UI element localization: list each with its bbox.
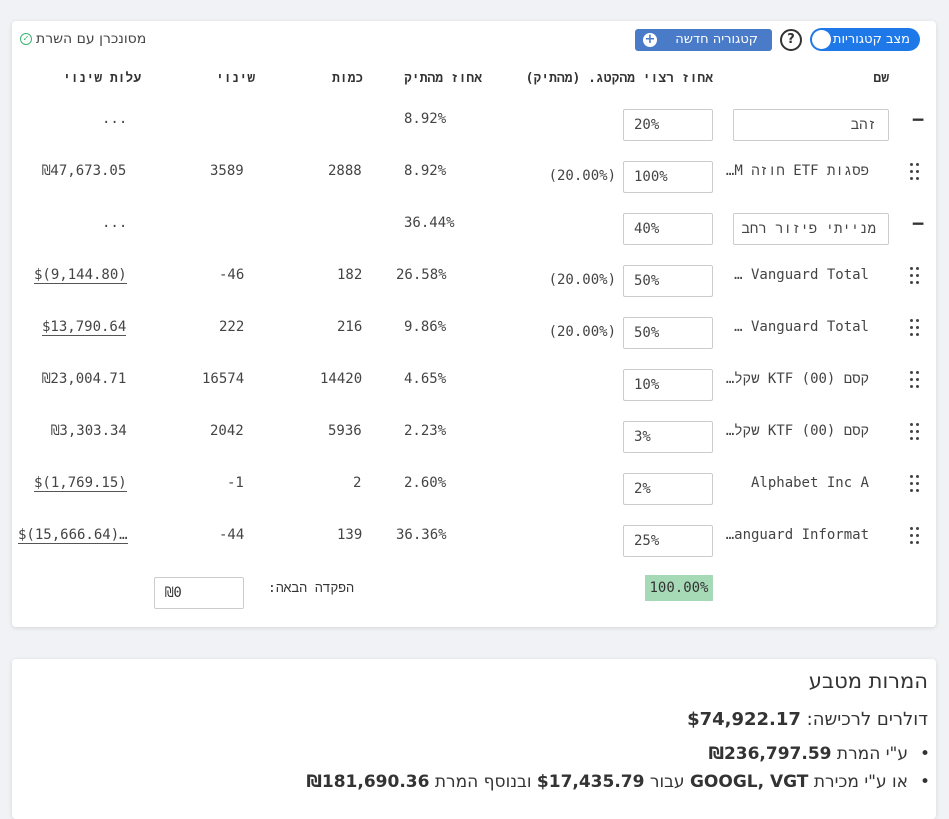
option2-value: ₪181,690.36 — [306, 772, 430, 792]
change: -46 — [219, 267, 245, 283]
sub-pct: (20.00%) — [548, 324, 616, 340]
quantity: 182 — [337, 267, 363, 283]
next-deposit-label: הפקדה הבאה: — [268, 581, 354, 596]
dollars-label: דולרים לרכישה: — [806, 709, 928, 730]
option1-value: ₪236,797.59 — [708, 744, 832, 764]
quantity: 216 — [337, 319, 363, 335]
collapse-icon[interactable]: − — [912, 211, 924, 235]
drag-handle-icon[interactable] — [910, 423, 920, 441]
holding-name: פסגות ETF חוזה M… — [725, 163, 869, 179]
change-cost: ₪23,004.71 — [42, 371, 127, 387]
drag-handle-icon[interactable] — [910, 475, 920, 493]
desired-pct-input[interactable]: 50% — [623, 265, 713, 297]
help-icon[interactable]: ? — [780, 29, 802, 51]
drag-handle-icon[interactable] — [910, 527, 920, 545]
new-category-button[interactable]: קטגוריה חדשה + — [635, 29, 772, 51]
holding-name: Vanguard Informat… — [719, 527, 869, 543]
plus-icon: + — [643, 32, 657, 47]
portfolio-pct: 8.92% — [404, 163, 447, 179]
desired-pct-input[interactable]: 20% — [623, 109, 713, 141]
change-cost-link[interactable]: $(1,769.15) — [34, 475, 127, 492]
column-header-portfolio-pct: אחוז מהתיק — [404, 71, 483, 86]
total-pct-badge: 100.00% — [645, 575, 713, 601]
quantity: 14420 — [320, 371, 363, 387]
category-name-input[interactable]: זהב — [733, 109, 889, 141]
holding-name: קסם KTF (00) שקלי… — [719, 423, 869, 439]
change: -1 — [227, 475, 244, 491]
column-header-desired: אחוז רצוי מהקטג. (מהתיק) — [525, 71, 713, 86]
next-deposit-input[interactable]: ₪0 — [154, 577, 244, 609]
column-header-quantity: כמות — [332, 71, 364, 86]
currency-conversions-card: המרות מטבע דולרים לרכישה: $74,922.17 ע"י… — [12, 659, 936, 819]
option2-prefix: או ע"י מכירת — [813, 772, 908, 792]
new-category-label: קטגוריה חדשה — [675, 32, 758, 47]
option2-mid2: ובנוסף המרת — [434, 772, 532, 792]
sync-status: מסונכרן עם השרת ✓ — [20, 31, 146, 47]
option2-amount: $17,435.79 — [536, 772, 645, 792]
quantity: 2888 — [328, 163, 362, 179]
quantity: 139 — [337, 527, 363, 543]
option2-mid: עבור — [649, 772, 685, 792]
sub-pct: (20.00%) — [548, 272, 616, 288]
category-mode-toggle[interactable]: מצב קטגוריות — [810, 28, 920, 51]
conversion-option-1: ע"י המרת ₪236,797.59 — [708, 744, 931, 764]
portfolio-pct: 2.23% — [404, 423, 447, 439]
change: 16574 — [202, 371, 245, 387]
collapse-icon[interactable]: − — [912, 107, 924, 131]
change-cost-link[interactable]: $(15,666.64)… — [18, 527, 128, 544]
holding-name: Vanguard Total … — [734, 267, 869, 283]
toggle-knob — [812, 30, 831, 49]
change-cost: ... — [102, 111, 128, 127]
column-header-change-cost: עלות שינוי — [63, 71, 142, 86]
desired-pct-input[interactable]: 100% — [623, 161, 713, 193]
quantity: 5936 — [328, 423, 362, 439]
change-cost-link[interactable]: $(9,144.80) — [34, 267, 127, 284]
change: 2042 — [210, 423, 244, 439]
option1-prefix: ע"י המרת — [836, 744, 908, 764]
rebalance-card: מצב קטגוריות ? קטגוריה חדשה + מסונכרן עם… — [12, 21, 936, 627]
conversions-title: המרות מטבע — [808, 669, 928, 693]
portfolio-pct: 8.92% — [404, 111, 447, 127]
drag-handle-icon[interactable] — [910, 267, 920, 285]
change: 3589 — [210, 163, 244, 179]
desired-pct-input[interactable]: 3% — [623, 421, 713, 453]
quantity: 2 — [353, 475, 362, 491]
drag-handle-icon[interactable] — [910, 163, 920, 181]
dollars-value: $74,922.17 — [687, 709, 801, 730]
desired-pct-input[interactable]: 40% — [623, 213, 713, 245]
column-header-change: שינוי — [216, 71, 256, 86]
change-cost-link[interactable]: $13,790.64 — [42, 319, 127, 336]
column-header-name: שם — [873, 71, 889, 86]
category-name-input[interactable]: מנייתי פיזור רחב — [733, 213, 889, 245]
portfolio-pct: 9.86% — [404, 319, 447, 335]
portfolio-pct: 26.58% — [396, 267, 447, 283]
change: -44 — [219, 527, 245, 543]
portfolio-pct: 36.44% — [404, 215, 455, 231]
desired-pct-input[interactable]: 50% — [623, 317, 713, 349]
holding-name: Alphabet Inc A — [750, 475, 869, 491]
portfolio-pct: 36.36% — [396, 527, 447, 543]
sub-pct: (20.00%) — [548, 168, 616, 184]
change-cost: ₪47,673.05 — [42, 163, 127, 179]
portfolio-pct: 4.65% — [404, 371, 447, 387]
desired-pct-input[interactable]: 25% — [623, 525, 713, 557]
drag-handle-icon[interactable] — [910, 371, 920, 389]
change: 222 — [219, 319, 245, 335]
sync-status-label: מסונכרן עם השרת — [36, 31, 147, 47]
portfolio-pct: 2.60% — [404, 475, 447, 491]
desired-pct-input[interactable]: 10% — [623, 369, 713, 401]
category-mode-label: מצב קטגוריות — [832, 32, 910, 47]
option2-tickers: GOOGL, VGT — [689, 772, 809, 792]
drag-handle-icon[interactable] — [910, 319, 920, 337]
desired-pct-input[interactable]: 2% — [623, 473, 713, 505]
conversion-option-2: או ע"י מכירת GOOGL, VGT עבור $17,435.79 … — [306, 772, 931, 792]
change-cost: ₪3,303.34 — [51, 423, 127, 439]
change-cost: ... — [102, 215, 128, 231]
holding-name: Vanguard Total … — [734, 319, 869, 335]
holding-name: קסם KTF (00) שקלי… — [719, 371, 869, 387]
check-circle-icon: ✓ — [20, 33, 32, 45]
dollars-to-buy: דולרים לרכישה: $74,922.17 — [687, 709, 928, 730]
